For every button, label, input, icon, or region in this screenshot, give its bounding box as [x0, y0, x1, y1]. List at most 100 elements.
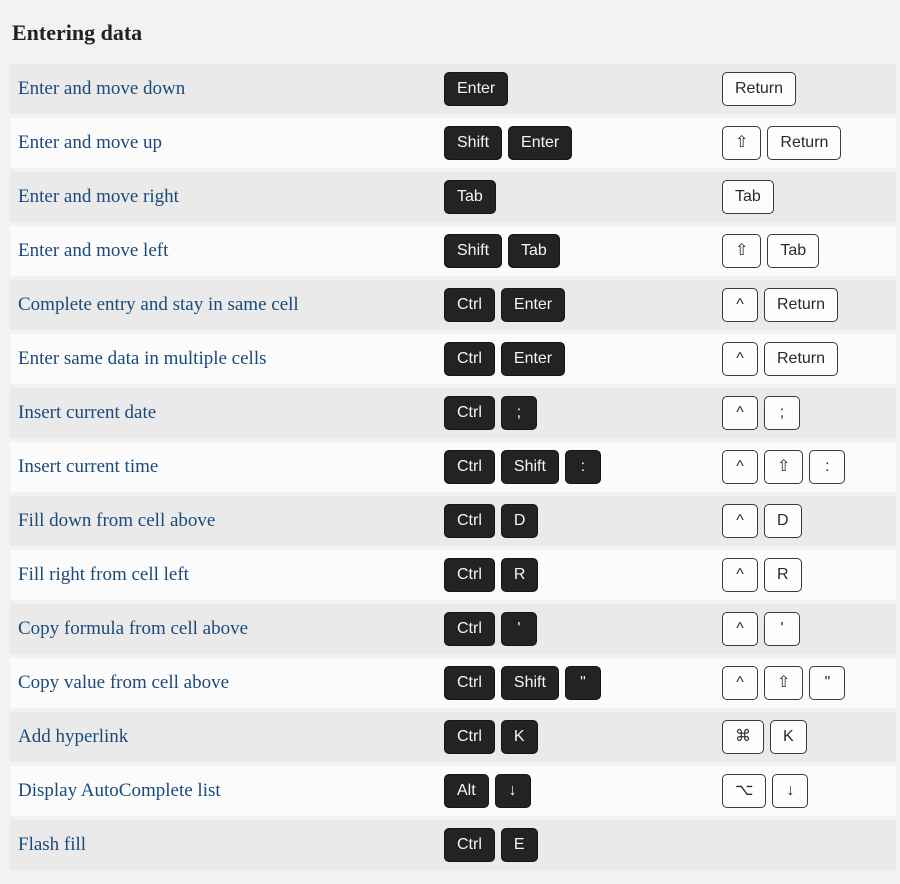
key-dark: Ctrl [444, 558, 495, 592]
key-dark: ; [501, 396, 537, 430]
key-dark: Ctrl [444, 342, 495, 376]
table-row: Insert current date Ctrl; ^; [10, 388, 896, 438]
key-dark: Shift [444, 126, 502, 160]
key-dark: Ctrl [444, 504, 495, 538]
key-light: ⇧ [722, 126, 761, 160]
shortcut-link[interactable]: Enter and move up [18, 132, 162, 153]
mac-keys: ⌘K [712, 712, 896, 762]
shortcut-desc[interactable]: Enter and move right [10, 176, 434, 218]
key-dark: E [501, 828, 538, 862]
windows-keys: CtrlShift: [434, 442, 712, 492]
shortcut-desc[interactable]: Enter and move down [10, 68, 434, 110]
section-title: Entering data [12, 20, 900, 46]
key-light: " [809, 666, 845, 700]
shortcut-desc[interactable]: Fill right from cell left [10, 554, 434, 596]
shortcut-link[interactable]: Enter same data in multiple cells [18, 348, 267, 369]
mac-keys: Tab [712, 172, 896, 222]
table-row: Add hyperlink CtrlK⌘K [10, 712, 896, 762]
mac-keys: ⇧Return [712, 118, 896, 168]
shortcut-link[interactable]: Add hyperlink [18, 726, 128, 747]
shortcut-link[interactable]: Enter and move left [18, 240, 168, 261]
key-dark: K [501, 720, 538, 754]
shortcut-desc[interactable]: Insert current date [10, 392, 434, 434]
windows-keys: ShiftTab [434, 226, 712, 276]
shortcut-desc[interactable]: Copy value from cell above [10, 662, 434, 704]
key-light: ; [764, 396, 800, 430]
key-dark: Shift [501, 666, 559, 700]
shortcut-link[interactable]: Fill down from cell above [18, 510, 215, 531]
mac-keys: ⇧Tab [712, 226, 896, 276]
shortcut-link[interactable]: Insert current time [18, 456, 158, 477]
windows-keys: CtrlK [434, 712, 712, 762]
table-row: Flash fill CtrlE [10, 820, 896, 870]
shortcut-desc[interactable]: Enter and move left [10, 230, 434, 272]
shortcut-desc[interactable]: Insert current time [10, 446, 434, 488]
key-light: Return [767, 126, 841, 160]
key-light: Tab [767, 234, 819, 268]
key-light: ⇧ [722, 234, 761, 268]
key-light: R [764, 558, 802, 592]
table-row: Enter and move right TabTab [10, 172, 896, 222]
key-dark: ↓ [495, 774, 531, 808]
shortcut-link[interactable]: Complete entry and stay in same cell [18, 294, 299, 315]
shortcut-desc[interactable]: Add hyperlink [10, 716, 434, 758]
key-dark: Ctrl [444, 612, 495, 646]
key-light: : [809, 450, 845, 484]
key-dark: Enter [444, 72, 508, 106]
key-dark: Enter [501, 288, 565, 322]
key-dark: Ctrl [444, 288, 495, 322]
key-dark: Ctrl [444, 450, 495, 484]
shortcut-desc[interactable]: Enter and move up [10, 122, 434, 164]
key-light: ' [764, 612, 800, 646]
windows-keys: Tab [434, 172, 712, 222]
mac-keys: ^⇧" [712, 658, 896, 708]
table-row: Insert current timeCtrlShift:^⇧: [10, 442, 896, 492]
windows-keys: ShiftEnter [434, 118, 712, 168]
table-row: Enter same data in multiple cells CtrlEnt… [10, 334, 896, 384]
windows-keys: Ctrl; [434, 388, 712, 438]
shortcut-desc[interactable]: Enter same data in multiple cells [10, 338, 434, 380]
shortcut-link[interactable]: Copy value from cell above [18, 672, 229, 693]
key-light: ^ [722, 504, 758, 538]
windows-keys: CtrlR [434, 550, 712, 600]
key-light: ⌥ [722, 774, 766, 808]
table-row: Enter and move leftShiftTab⇧Tab [10, 226, 896, 276]
shortcut-link[interactable]: Copy formula from cell above [18, 618, 248, 639]
table-row: Enter and move upShiftEnter⇧Return [10, 118, 896, 168]
shortcut-link[interactable]: Enter and move right [18, 186, 179, 207]
mac-keys: ⌥↓ [712, 766, 896, 816]
key-light: ^ [722, 558, 758, 592]
key-light: ^ [722, 666, 758, 700]
key-dark: R [501, 558, 539, 592]
table-row: Enter and move down Enter Return [10, 64, 896, 114]
key-dark: Ctrl [444, 828, 495, 862]
shortcut-link[interactable]: Flash fill [18, 834, 86, 855]
key-dark: Alt [444, 774, 489, 808]
shortcut-desc[interactable]: Complete entry and stay in same cell [10, 284, 434, 326]
shortcut-link[interactable]: Enter and move down [18, 78, 185, 99]
key-dark: Shift [501, 450, 559, 484]
shortcut-link[interactable]: Fill right from cell left [18, 564, 189, 585]
shortcut-desc[interactable]: Flash fill [10, 824, 434, 866]
shortcut-desc[interactable]: Display AutoComplete list [10, 770, 434, 812]
key-light: Return [764, 342, 838, 376]
windows-keys: CtrlE [434, 820, 712, 870]
shortcut-desc[interactable]: Fill down from cell above [10, 500, 434, 542]
key-dark: Shift [444, 234, 502, 268]
key-light: Return [722, 72, 796, 106]
key-light: ⇧ [764, 450, 803, 484]
windows-keys: CtrlEnter [434, 280, 712, 330]
shortcut-link[interactable]: Display AutoComplete list [18, 780, 221, 801]
windows-keys: CtrlD [434, 496, 712, 546]
mac-keys: Return [712, 64, 896, 114]
shortcut-link[interactable]: Insert current date [18, 402, 156, 423]
shortcut-desc[interactable]: Copy formula from cell above [10, 608, 434, 650]
key-dark: Enter [501, 342, 565, 376]
windows-keys: CtrlShift" [434, 658, 712, 708]
mac-keys [712, 837, 896, 853]
key-light: ^ [722, 612, 758, 646]
key-light: ^ [722, 288, 758, 322]
key-light: ^ [722, 396, 758, 430]
key-dark: Ctrl [444, 666, 495, 700]
table-row: Copy formula from cell aboveCtrl'^' [10, 604, 896, 654]
